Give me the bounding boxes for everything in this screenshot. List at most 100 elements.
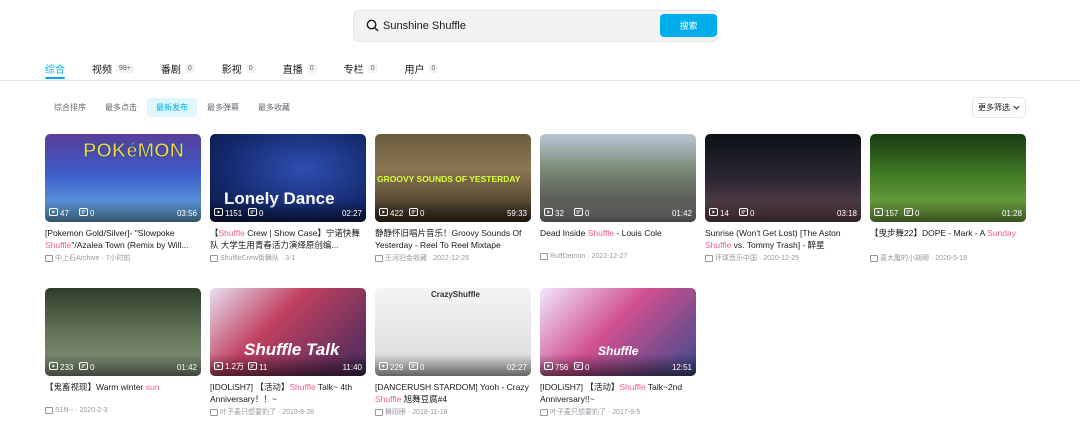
active-tab-indicator xyxy=(45,77,65,79)
more-filters-button[interactable]: 更多筛选 xyxy=(972,97,1026,118)
title-text: [IDOLiSH7] 【活动】 xyxy=(210,382,290,392)
danmaku-icon xyxy=(79,362,90,372)
tab-count-badge: 0 xyxy=(367,63,378,73)
view-count-value: 229 xyxy=(390,362,404,372)
danmaku-icon xyxy=(904,208,915,218)
publish-date: 2017-9-5 xyxy=(612,408,641,416)
view-count: 233 xyxy=(49,362,73,372)
video-thumbnail[interactable]: CrazyShuffle 229 0 02:27 xyxy=(375,288,531,376)
play-count-icon xyxy=(379,362,390,372)
tab-user[interactable]: 用户 0 xyxy=(405,59,439,77)
tab-bangumi[interactable]: 番剧 0 xyxy=(161,59,195,77)
result-type-tabs: 综合 视频 99+ 番剧 0 影视 0 直播 0 专栏 0 用户 0 xyxy=(45,56,465,80)
danmaku-count: 0 xyxy=(904,208,919,218)
video-meta: 王河旧金收藏 · 2022-12-28 xyxy=(375,253,531,263)
uploader-name[interactable]: 环球音乐中国 xyxy=(715,253,757,263)
title-text: 【 xyxy=(210,228,219,238)
search-button[interactable]: 搜索 xyxy=(660,14,717,37)
title-highlight: Sunday xyxy=(987,228,1016,238)
publish-date: 2020-12-25 xyxy=(763,254,800,262)
video-duration: 59:33 xyxy=(506,209,527,218)
video-title[interactable]: [IDOLiSH7] 【活动】Shuffle Talk~ 4th Anniver… xyxy=(210,381,366,405)
video-thumbnail[interactable]: Shuffle Talk 1.2万 11 11:40 xyxy=(210,288,366,376)
danmaku-icon xyxy=(409,208,420,218)
video-meta: RuffDemon · 2022-12-27 xyxy=(540,253,696,260)
tab-live[interactable]: 直播 0 xyxy=(283,59,317,77)
danmaku-count: 0 xyxy=(79,362,94,372)
video-meta: 环球音乐中国 · 2020-12-25 xyxy=(705,253,861,263)
video-title[interactable]: 【Shuffle Crew | Show Case】宁诺快舞队 大学生用青春活力… xyxy=(210,227,366,251)
view-count: 756 xyxy=(544,362,568,372)
video-title[interactable]: Dead Inside Shuffle - Louis Cole xyxy=(540,227,696,251)
view-count-value: 422 xyxy=(390,208,404,218)
video-meta: 舞蹈眼 · 2018-11-18 xyxy=(375,407,531,417)
video-meta: S1N-- · 2020-2-3 xyxy=(45,407,201,414)
tab-label: 用户 xyxy=(404,64,425,76)
publish-date: 2020-2-3 xyxy=(79,407,108,414)
search-input[interactable] xyxy=(383,16,653,36)
uploader-name[interactable]: 王河旧金收藏 xyxy=(385,253,427,263)
danmaku-count: 0 xyxy=(574,208,589,218)
video-title[interactable]: 【鬼畜视现】Warm winter sun xyxy=(45,381,201,405)
view-count: 32 xyxy=(544,208,564,218)
sort-newest[interactable]: 最新发布 xyxy=(147,98,197,117)
view-count-value: 47 xyxy=(60,208,69,218)
title-text: [Pokemon Gold/Silver]- "Slowpoke xyxy=(45,228,175,238)
tab-count-badge: 0 xyxy=(428,63,439,73)
video-thumbnail[interactable]: GROOVY SOUNDS OF YESTERDAY 422 0 59:33 xyxy=(375,134,531,222)
title-text: "/Azalea Town (Remix by Will... xyxy=(71,240,189,250)
video-thumbnail[interactable]: POKéMON 47 0 03:56 xyxy=(45,134,201,222)
danmaku-icon xyxy=(574,362,585,372)
uploader-icon xyxy=(870,254,878,262)
uploader-name[interactable]: 叶子麦只想要豹了 xyxy=(220,407,276,417)
sort-default[interactable]: 综合排序 xyxy=(45,98,95,117)
video-title[interactable]: Sunrise (Won't Get Lost) [The Aston Shuf… xyxy=(705,227,861,251)
title-text: - Louis Cole xyxy=(614,228,662,238)
more-filters-label: 更多筛选 xyxy=(978,103,1010,112)
tab-count-badge: 99+ xyxy=(116,63,134,73)
uploader-name[interactable]: 喜大魔的小胡卿 xyxy=(880,253,929,263)
uploader-name[interactable]: 叶子麦只想要豹了 xyxy=(550,407,606,417)
view-count-value: 1151 xyxy=(225,208,243,218)
danmaku-count-value: 0 xyxy=(420,208,425,218)
video-thumbnail[interactable]: Lonely Dance 1151 0 02:27 xyxy=(210,134,366,222)
video-duration: 01:42 xyxy=(671,209,692,218)
title-text: 旭舞豆腐#4 xyxy=(401,394,448,404)
tab-all[interactable]: 综合 xyxy=(45,59,65,77)
uploader-name[interactable]: 舞蹈眼 xyxy=(385,407,406,417)
video-duration: 03:18 xyxy=(836,209,857,218)
tab-film[interactable]: 影视 0 xyxy=(222,59,256,77)
video-thumbnail[interactable]: 233 0 01:42 xyxy=(45,288,201,376)
title-text: [IDOLiSH7] 【活动】 xyxy=(540,382,620,392)
sort-most-favorites[interactable]: 最多收藏 xyxy=(249,98,299,117)
video-duration: 02:27 xyxy=(506,363,527,372)
view-count-value: 14 xyxy=(720,208,729,218)
view-count-value: 157 xyxy=(885,208,899,218)
uploader-name[interactable]: 中上石Archive xyxy=(55,253,99,263)
uploader-name[interactable]: S1N-- xyxy=(55,407,73,414)
view-count: 422 xyxy=(379,208,403,218)
tab-label: 综合 xyxy=(45,64,65,76)
view-count-value: 1.2万 xyxy=(225,362,245,371)
video-title[interactable]: 【曳步舞22】DOPE - Mark - A Sunday xyxy=(870,227,1026,251)
sort-most-clicks[interactable]: 最多点击 xyxy=(96,98,146,117)
video-thumbnail[interactable]: 32 0 01:42 xyxy=(540,134,696,222)
video-thumbnail[interactable]: 157 0 01:28 xyxy=(870,134,1026,222)
thumbnail-caption: POKéMON xyxy=(82,140,185,163)
chevron-down-icon xyxy=(1013,105,1020,110)
uploader-name[interactable]: ShuffleCrew街舞队 xyxy=(220,253,279,263)
sort-most-danmaku[interactable]: 最多弹幕 xyxy=(198,98,248,117)
uploader-name[interactable]: RuffDemon xyxy=(550,253,585,260)
video-title[interactable]: [Pokemon Gold/Silver]- "Slowpoke Shuffle… xyxy=(45,227,201,251)
danmaku-count-value: 0 xyxy=(90,362,95,372)
danmaku-count: 0 xyxy=(409,208,424,218)
video-title[interactable]: [DANCERUSH STARDOM] Yooh - Crazy Shuffle… xyxy=(375,381,531,405)
video-thumbnail[interactable]: 14 0 03:18 xyxy=(705,134,861,222)
view-count: 14 xyxy=(709,208,729,218)
video-title[interactable]: [IDOLiSH7] 【活动】Shuffle Talk~2nd Annivers… xyxy=(540,381,696,405)
tab-article[interactable]: 专栏 0 xyxy=(344,59,378,77)
video-thumbnail[interactable]: Shuffle 756 0 12:51 xyxy=(540,288,696,376)
video-title[interactable]: 静静怀旧唱片音乐！Groovy Sounds Of Yesterday - Re… xyxy=(375,227,531,251)
title-highlight: Shuffle xyxy=(587,228,615,238)
tab-video[interactable]: 视频 99+ xyxy=(92,59,134,77)
